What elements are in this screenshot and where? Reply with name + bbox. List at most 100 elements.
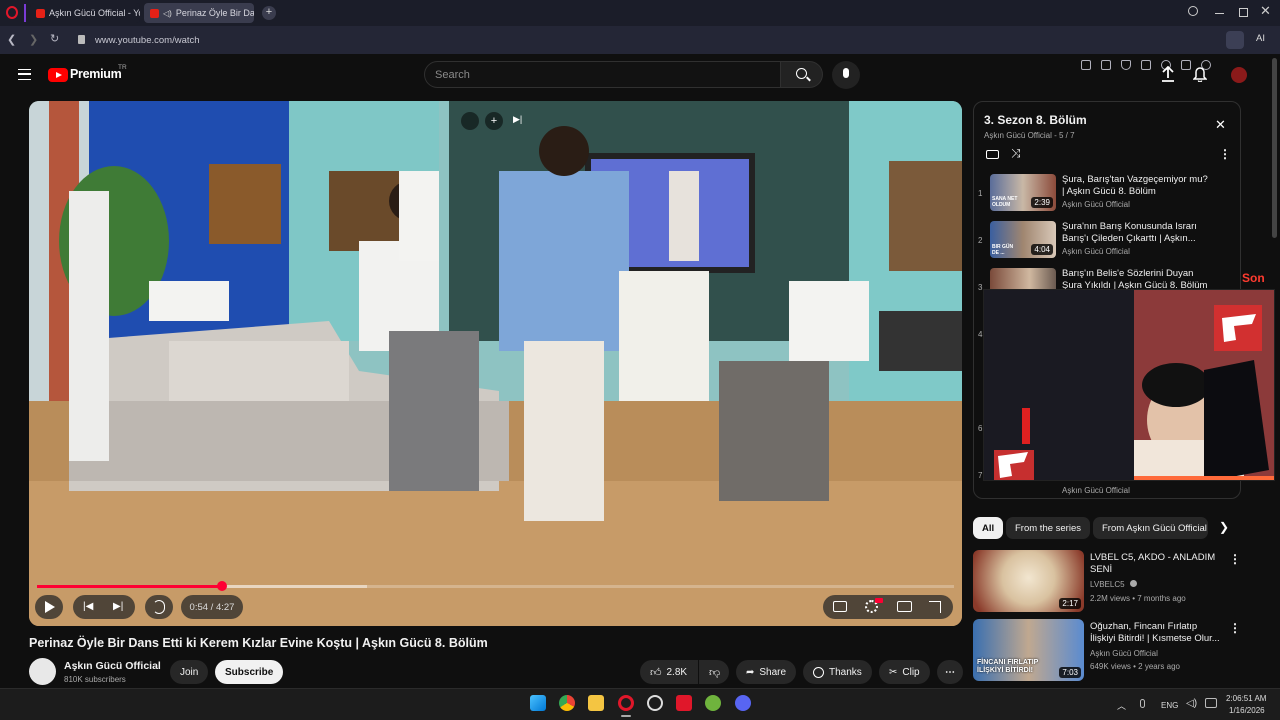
ai-button[interactable]: AI — [1256, 33, 1265, 44]
theater-mode-icon[interactable] — [897, 601, 912, 612]
tray-expand-icon[interactable]: ︿ — [1117, 699, 1126, 712]
captions-icon[interactable] — [833, 601, 847, 612]
playlist-item-title: Şura'nın Barış Konusunda Israrı Barış'ı … — [1062, 221, 1197, 244]
next-overlay-icon[interactable]: ▶| — [513, 114, 522, 125]
play-button[interactable] — [35, 595, 63, 619]
share-label: Share — [759, 666, 787, 678]
chrome-icon[interactable] — [559, 695, 575, 711]
close-playlist-icon[interactable]: ✕ — [1215, 117, 1226, 133]
opera-logo-icon[interactable] — [6, 6, 18, 19]
opera-taskbar-icon[interactable] — [618, 695, 634, 711]
more-actions-button[interactable]: ⋯ — [937, 660, 963, 684]
fullscreen-icon[interactable] — [929, 601, 941, 613]
notifications-bell-icon[interactable] — [1193, 66, 1207, 82]
recommendation-thumbnail: FİNCANI FIRLATIP İLİŞKİYİ BİTİRDİ! 7:03 — [973, 619, 1084, 681]
playlist-item[interactable]: 2 BIR GÜN DE ... 4:04 Şura'nın Barış Kon… — [974, 219, 1240, 265]
sidebar-strip — [24, 4, 26, 22]
dislike-button[interactable]: 👎︎ — [699, 660, 729, 684]
page-scrollbar[interactable] — [1272, 58, 1277, 238]
like-count: 2.8K — [666, 666, 688, 678]
clock-time[interactable]: 2:06:51 AM — [1226, 694, 1266, 703]
video-frame-scene — [29, 101, 962, 626]
file-explorer-icon[interactable] — [588, 695, 604, 711]
upload-icon[interactable] — [1161, 66, 1175, 82]
scissors-icon: ✂ — [889, 666, 898, 678]
join-button[interactable]: Join — [170, 660, 209, 684]
next-icon[interactable]: ▶| — [113, 601, 125, 613]
region-code: TR — [118, 64, 127, 71]
browser-tab-bar: Aşkın Gücü Official - YouT ◁) Perinaz Öy… — [0, 0, 1280, 26]
language-indicator[interactable]: ENG — [1161, 701, 1178, 710]
voice-search-button[interactable] — [832, 61, 860, 89]
forward-icon[interactable]: ❯ — [29, 33, 38, 46]
recommendation-menu-icon[interactable]: ⋮ — [1229, 621, 1241, 635]
join-label: Join — [180, 666, 199, 678]
youtube-premium-logo-text[interactable]: Premium — [70, 67, 122, 81]
share-button[interactable]: ➦ Share — [736, 660, 797, 684]
chips-next-icon[interactable]: ❯ — [1219, 520, 1229, 534]
shuffle-icon[interactable]: ⤨ — [1011, 146, 1021, 161]
red-app-icon[interactable] — [676, 695, 692, 711]
playlist-thumbnail: BIR GÜN DE ... 4:04 — [990, 221, 1056, 258]
chip-all[interactable]: All — [973, 517, 1004, 539]
streamer-webcam-overlay — [983, 289, 1275, 481]
playlist-menu-icon[interactable]: ⋮ — [1219, 147, 1231, 161]
reload-icon[interactable]: ↻ — [50, 32, 59, 45]
youtube-logo-icon[interactable] — [48, 68, 68, 82]
thumbnail-caption: FİNCANI FIRLATIP İLİŞKİYİ BİTİRDİ! — [977, 659, 1039, 674]
discord-icon[interactable] — [735, 695, 751, 711]
previous-icon[interactable]: |◀ — [83, 601, 95, 613]
recommendation-menu-icon[interactable]: ⋮ — [1229, 552, 1241, 566]
volume-button[interactable] — [145, 595, 173, 619]
windows-start-icon[interactable] — [530, 695, 546, 711]
video-player[interactable]: + ▶| |◀ ▶| 0:54 / 4:27 — [29, 101, 962, 626]
user-avatar[interactable] — [1231, 67, 1247, 83]
progress-track[interactable] — [37, 581, 954, 591]
minimize-button[interactable] — [1215, 13, 1224, 14]
miniplayer-icon[interactable] — [461, 112, 479, 130]
close-window-button[interactable]: ✕ — [1260, 3, 1271, 19]
ai-enhance-icon[interactable]: + — [485, 112, 503, 130]
recommendation-item[interactable]: 2:17 LVBEL C5, AKDO - ANLADIM SENİ LVBEL… — [973, 550, 1243, 614]
playlist-item-number: 6 — [978, 424, 983, 433]
channel-name[interactable]: Aşkın Gücü Official — [64, 660, 161, 672]
video-title: Perinaz Öyle Bir Dans Etti ki Kerem Kızl… — [29, 636, 488, 650]
network-tray-icon[interactable] — [1205, 698, 1217, 708]
like-button[interactable]: 👍︎ 2.8K — [640, 660, 698, 684]
channel-label: LVBELC5 — [1090, 580, 1125, 589]
windows-taskbar — [0, 688, 1280, 720]
clock-date[interactable]: 1/16/2026 — [1229, 706, 1265, 715]
clip-button[interactable]: ✂ Clip — [879, 660, 930, 684]
playlist-subtitle: Aşkın Gücü Official - 5 / 7 — [984, 131, 1075, 140]
subscribe-button[interactable]: Subscribe — [215, 660, 284, 684]
app-icon[interactable] — [647, 695, 663, 711]
lock-icon — [78, 35, 85, 44]
green-app-icon[interactable] — [705, 695, 721, 711]
tab-askin-gucu[interactable]: Aşkın Gücü Official - YouT — [30, 3, 140, 23]
channel-avatar[interactable] — [29, 658, 56, 685]
new-tab-button[interactable]: + — [262, 6, 276, 20]
microphone-tray-icon[interactable] — [1140, 699, 1145, 708]
chip-from-channel[interactable]: From Aşkın Gücü Official — [1093, 517, 1208, 539]
thanks-button[interactable]: Thanks — [803, 660, 872, 684]
right-controls — [823, 595, 953, 619]
search-input[interactable]: Search — [424, 61, 781, 88]
recommendation-item[interactable]: FİNCANI FIRLATIP İLİŞKİYİ BİTİRDİ! 7:03 … — [973, 619, 1243, 683]
chip-from-series[interactable]: From the series — [1006, 517, 1090, 539]
loop-icon[interactable] — [986, 150, 999, 159]
playlist-title[interactable]: 3. Sezon 8. Bölüm — [984, 113, 1087, 127]
webcam-scene — [984, 290, 1274, 480]
url-field[interactable]: www.youtube.com/watch — [70, 30, 1070, 50]
extension-box-icon[interactable] — [1226, 31, 1244, 49]
hamburger-menu-icon[interactable] — [18, 69, 31, 80]
search-button[interactable] — [781, 61, 823, 88]
playlist-item-channel: Aşkın Gücü Official — [1062, 247, 1130, 256]
restore-button[interactable] — [1239, 8, 1248, 17]
search-tabs-icon[interactable] — [1188, 6, 1198, 16]
volume-tray-icon[interactable]: ◁) — [1186, 698, 1197, 709]
tab-perinaz-video[interactable]: ◁) Perinaz Öyle Bir Dans — [144, 3, 254, 23]
speaker-icon[interactable]: ◁) — [163, 9, 172, 18]
playlist-item[interactable]: 1 SANA NET OLDUM 2:39 Şura, Barış'tan Va… — [974, 172, 1240, 218]
recommendation-meta: 2.2M views • 7 months ago — [1090, 594, 1186, 603]
back-icon[interactable]: ❮ — [7, 33, 16, 46]
